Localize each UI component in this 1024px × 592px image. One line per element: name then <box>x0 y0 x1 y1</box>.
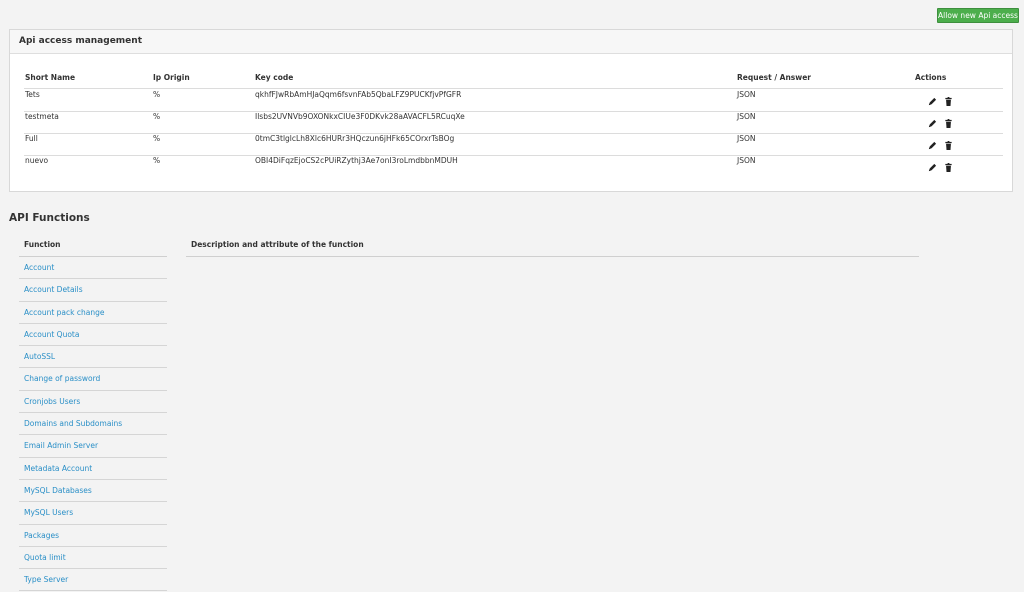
api-functions-title: API Functions <box>9 212 90 224</box>
function-item[interactable]: Account pack change <box>19 302 167 324</box>
function-list: Account Account Details Account pack chang… <box>19 256 167 592</box>
function-item[interactable]: Packages <box>19 525 167 547</box>
cell-short-name: testmeta <box>25 112 59 121</box>
cell-request-answer: JSON <box>737 134 756 143</box>
api-access-panel: Api access management Short Name Ip Orig… <box>9 29 1013 192</box>
api-access-table: Short Name Ip Origin Key code Request / … <box>24 54 1003 192</box>
row-divider <box>24 133 1003 134</box>
function-item[interactable]: Type Server <box>19 569 167 592</box>
description-divider <box>186 256 919 257</box>
function-column-header: Function <box>24 240 61 249</box>
pencil-icon[interactable] <box>928 91 937 106</box>
row-divider <box>24 155 1003 156</box>
column-header-request-answer: Request / Answer <box>737 73 811 82</box>
description-column-header: Description and attribute of the functio… <box>191 240 364 249</box>
cell-request-answer: JSON <box>737 156 756 165</box>
function-item[interactable]: Change of password <box>19 368 167 391</box>
function-item[interactable]: MySQL Users <box>19 502 167 525</box>
function-item[interactable]: AutoSSL <box>19 346 167 369</box>
cell-ip-origin: % <box>153 156 161 165</box>
panel-title: Api access management <box>10 30 1012 54</box>
cell-ip-origin: % <box>153 90 161 99</box>
trash-icon[interactable] <box>944 113 953 128</box>
cell-ip-origin: % <box>153 134 161 143</box>
trash-icon[interactable] <box>944 91 953 106</box>
cell-short-name: Tets <box>25 90 40 99</box>
column-header-actions: Actions <box>915 73 947 82</box>
cell-request-answer: JSON <box>737 112 756 121</box>
cell-short-name: Full <box>25 134 38 143</box>
function-item[interactable]: Quota limit <box>19 547 167 570</box>
cell-key-code: qkhfFJwRbAmHJaQqm6fsvnFAb5QbaLFZ9PUCKfjv… <box>255 90 462 99</box>
cell-key-code: 0tmC3tlglcLh8Xlc6HURr3HQczun6jHFk65COrxr… <box>255 134 455 143</box>
function-item[interactable]: Account <box>19 257 167 280</box>
function-item[interactable]: Domains and Subdomains <box>19 413 167 436</box>
header-divider <box>24 88 1003 89</box>
cell-ip-origin: % <box>153 112 161 121</box>
function-item[interactable]: Cronjobs Users <box>19 391 167 414</box>
trash-icon[interactable] <box>944 157 953 172</box>
function-item[interactable]: Metadata Account <box>19 458 167 480</box>
cell-key-code: OBI4DiFqzEjoCS2cPUiRZythj3Ae7onI3roLmdbb… <box>255 156 458 165</box>
pencil-icon[interactable] <box>928 157 937 172</box>
function-item[interactable]: Account Quota <box>19 324 167 347</box>
column-header-short-name: Short Name <box>25 73 76 82</box>
cell-short-name: nuevo <box>25 156 49 165</box>
trash-icon[interactable] <box>944 135 953 150</box>
column-header-key-code: Key code <box>255 73 294 82</box>
cell-request-answer: JSON <box>737 90 756 99</box>
allow-new-api-access-button[interactable]: Allow new Api access <box>937 8 1019 23</box>
pencil-icon[interactable] <box>928 135 937 150</box>
function-item[interactable]: Email Admin Server <box>19 435 167 458</box>
column-header-ip-origin: Ip Origin <box>153 73 190 82</box>
cell-key-code: Ilsbs2UVNVb9OXONkxCIUe3F0DKvk28aAVACFL5R… <box>255 112 465 121</box>
function-item[interactable]: MySQL Databases <box>19 480 167 503</box>
function-item[interactable]: Account Details <box>19 279 167 302</box>
row-divider <box>24 111 1003 112</box>
pencil-icon[interactable] <box>928 113 937 128</box>
